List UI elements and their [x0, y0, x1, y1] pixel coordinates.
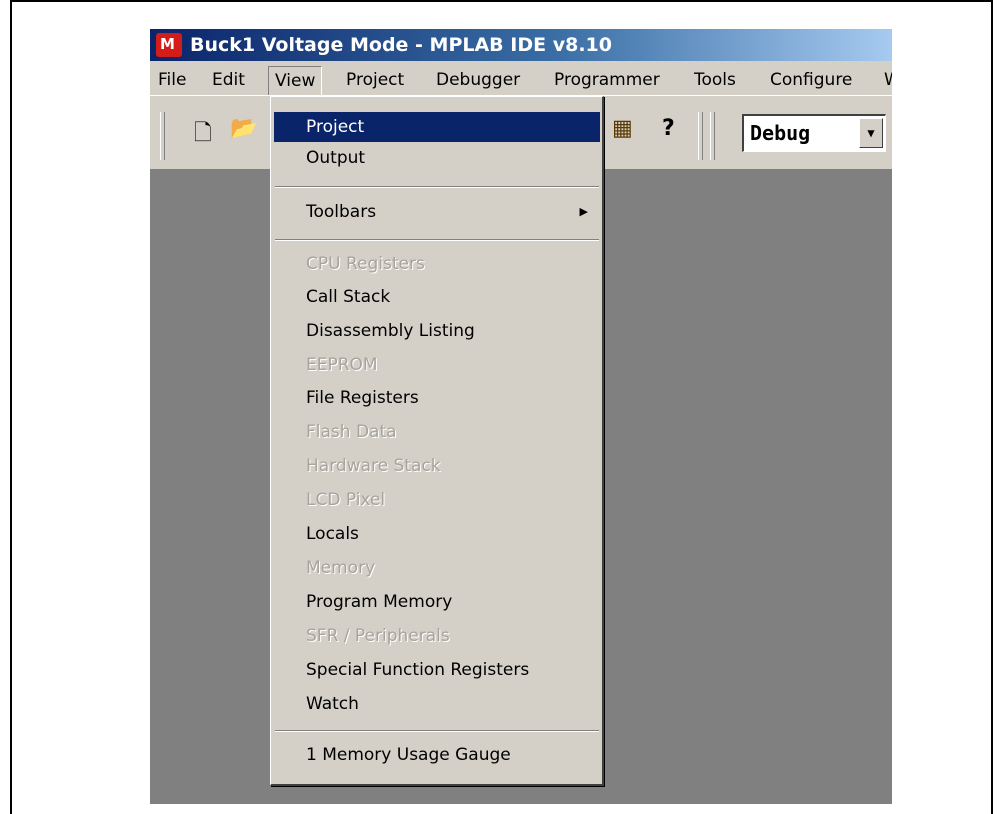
toolbar-grip[interactable] [710, 112, 715, 160]
menu-item-toolbars[interactable]: Toolbars ▶ [274, 197, 600, 227]
menu-item-memory: Memory [306, 558, 376, 578]
menu-item-memory-usage-gauge[interactable]: 1 Memory Usage Gauge [274, 740, 600, 770]
menu-separator [275, 186, 599, 188]
menu-item-program-memory[interactable]: Program Memory [274, 587, 600, 617]
view-menu: Project Output Toolbars ▶ CPU Registers … [270, 96, 604, 786]
build-configuration-select[interactable]: Debug ▼ [742, 114, 886, 152]
menu-view[interactable]: View [268, 66, 323, 96]
menu-tools[interactable]: Tools [688, 66, 742, 94]
menu-item-lcd-pixel: LCD Pixel [306, 490, 386, 510]
menu-item-toolbars-label: Toolbars [306, 202, 377, 222]
menu-file[interactable]: File [152, 66, 192, 94]
menu-configure[interactable]: Configure [764, 66, 858, 94]
menu-programmer[interactable]: Programmer [548, 66, 666, 94]
menu-item-call-stack[interactable]: Call Stack [274, 282, 600, 312]
help-icon[interactable]: ? [662, 116, 675, 141]
menu-debugger[interactable]: Debugger [430, 66, 526, 94]
menu-item-output[interactable]: Output [274, 143, 600, 173]
menu-item-cpu-registers: CPU Registers [306, 254, 425, 274]
menu-item-eeprom: EEPROM [306, 355, 378, 375]
menu-item-flash-data: Flash Data [306, 422, 397, 442]
menu-separator [275, 730, 599, 732]
menu-item-watch[interactable]: Watch [274, 689, 600, 719]
build-all-icon[interactable]: ▦ [612, 116, 633, 141]
submenu-arrow-icon: ▶ [579, 205, 588, 218]
figure-frame: Buck1 Voltage Mode - MPLAB IDE v8.10 Fil… [10, 0, 993, 814]
menu-item-file-registers[interactable]: File Registers [274, 383, 600, 413]
chevron-down-icon[interactable]: ▼ [859, 118, 883, 148]
new-file-icon[interactable]: 🗋 [194, 116, 212, 154]
toolbar-grip[interactable] [698, 112, 703, 160]
menu-project[interactable]: Project [340, 66, 410, 94]
menu-separator [275, 239, 599, 241]
menu-edit[interactable]: Edit [206, 66, 251, 94]
toolbar-grip[interactable] [160, 112, 165, 160]
menu-item-hardware-stack: Hardware Stack [306, 456, 441, 476]
menu-item-disassembly-listing[interactable]: Disassembly Listing [274, 316, 600, 346]
menu-item-project[interactable]: Project [274, 112, 600, 142]
menu-item-locals[interactable]: Locals [274, 519, 600, 549]
build-configuration-value: Debug [750, 121, 811, 145]
open-folder-icon[interactable]: 📂 [230, 116, 257, 141]
menu-bar: File Edit View Project Debugger Programm… [150, 61, 892, 96]
menu-item-sfr-peripherals: SFR / Peripherals [306, 626, 450, 646]
menu-window[interactable]: W [878, 66, 892, 94]
window-title: Buck1 Voltage Mode - MPLAB IDE v8.10 [190, 34, 612, 56]
microchip-logo-icon [156, 33, 182, 57]
menu-item-special-function-registers[interactable]: Special Function Registers [274, 655, 600, 685]
title-bar: Buck1 Voltage Mode - MPLAB IDE v8.10 [150, 29, 892, 61]
